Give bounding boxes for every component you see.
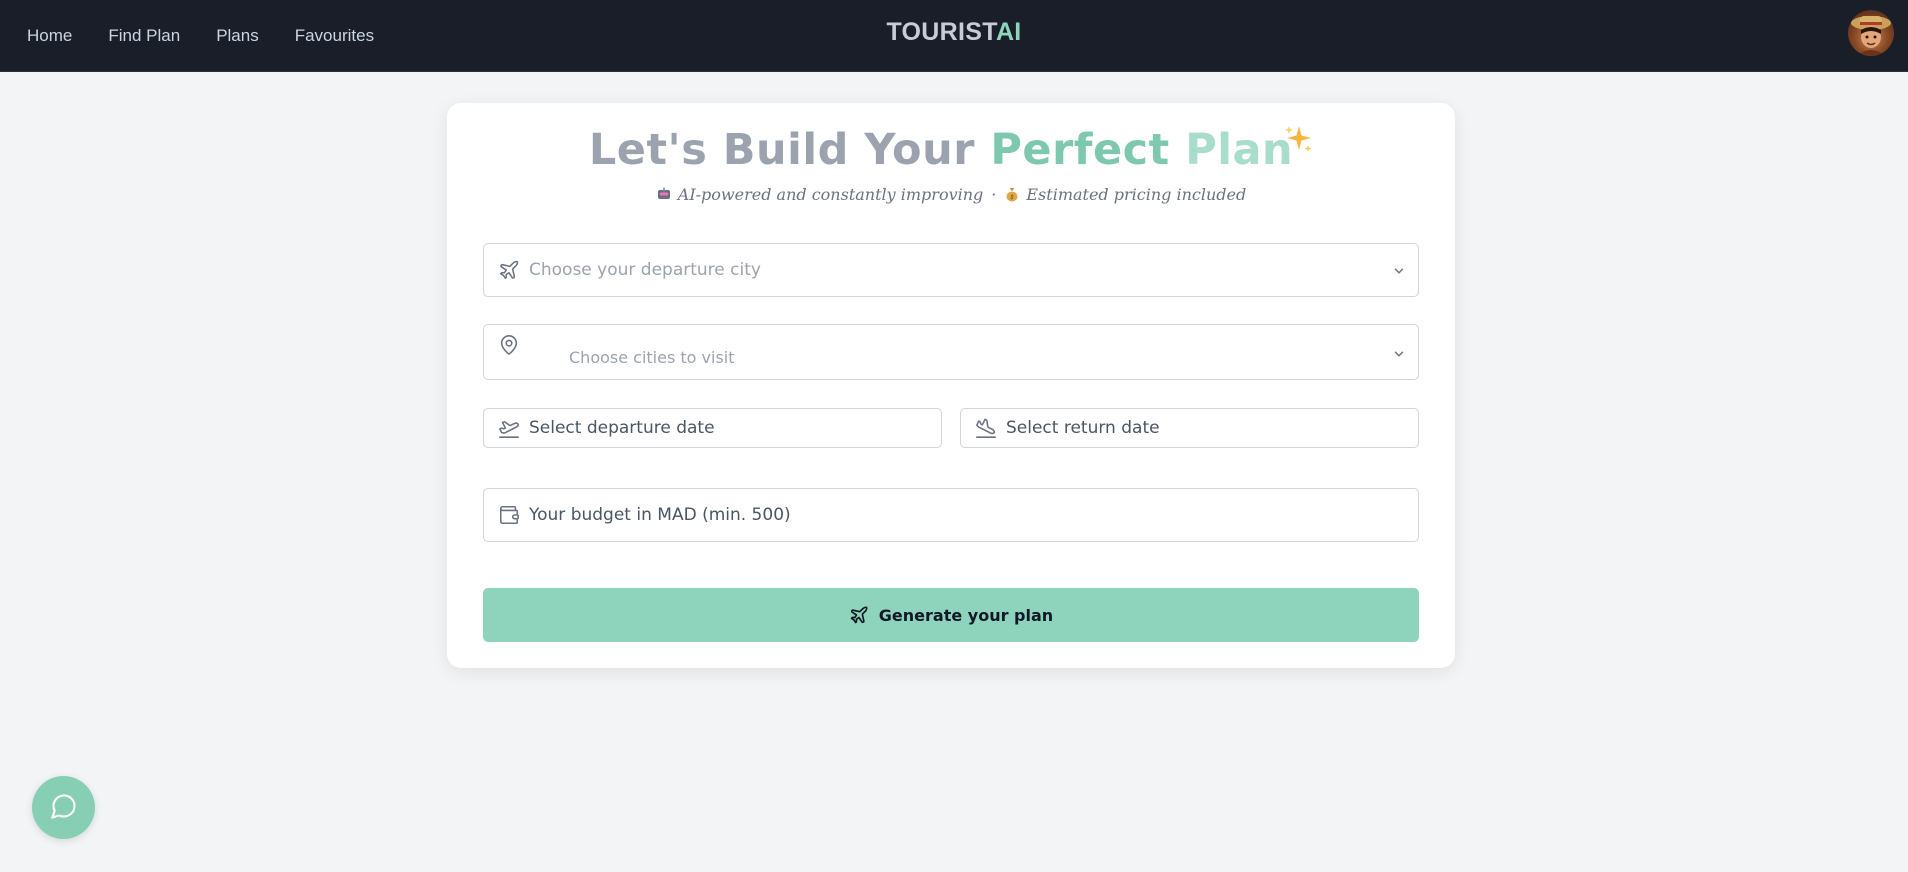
nav-link-home[interactable]: Home <box>27 26 72 46</box>
plane-icon <box>849 605 869 625</box>
nav-link-favourites[interactable]: Favourites <box>295 26 374 46</box>
title-part-2: Perfect <box>990 125 1170 175</box>
title-part-3: Plan <box>1185 125 1294 175</box>
map-pin-icon <box>498 334 520 356</box>
brand-logo-main: TOURIST <box>886 18 996 46</box>
generate-plan-button[interactable]: Generate your plan <box>483 588 1419 642</box>
departure-date-placeholder: Select departure date <box>529 418 715 438</box>
departure-city-placeholder: Choose your departure city <box>529 260 761 280</box>
subtitle-ai-text: AI-powered and constantly improving <box>677 185 984 204</box>
wallet-icon <box>498 504 520 526</box>
return-date-placeholder: Select return date <box>1006 418 1160 438</box>
chevron-down-icon <box>1392 263 1406 277</box>
nav-link-plans[interactable]: Plans <box>216 26 259 46</box>
title-part-1: Let's Build Your <box>588 125 975 175</box>
cities-to-visit-select[interactable]: Choose cities to visit <box>483 324 1419 380</box>
plane-takeoff-icon <box>498 417 520 439</box>
plane-icon <box>498 259 520 281</box>
brand-logo[interactable]: TOURISTAI <box>886 18 1021 47</box>
subtitle: AI-powered and constantly improving · $ Est… <box>447 185 1455 204</box>
nav-link-find-plan[interactable]: Find Plan <box>108 26 180 46</box>
return-date-input[interactable]: Select return date <box>960 408 1419 448</box>
chevron-down-icon <box>1392 346 1406 360</box>
nav-links: Home Find Plan Plans Favourites <box>27 26 374 46</box>
subtitle-pricing-text: Estimated pricing included <box>1026 185 1247 204</box>
chat-button[interactable] <box>32 776 95 839</box>
top-navbar: Home Find Plan Plans Favourites TOURISTA… <box>0 0 1908 72</box>
departure-date-input[interactable]: Select departure date <box>483 408 942 448</box>
departure-city-select[interactable]: Choose your departure city <box>483 243 1419 297</box>
user-avatar[interactable] <box>1848 10 1894 56</box>
budget-placeholder: Your budget in MAD (min. 500) <box>529 505 791 525</box>
page-title: Let's Build Your Perfect Plan <box>447 125 1455 175</box>
sparkles-icon <box>1283 115 1313 152</box>
subtitle-separator: · <box>991 185 997 204</box>
plane-landing-icon <box>975 417 997 439</box>
budget-input[interactable]: Your budget in MAD (min. 500) <box>483 488 1419 542</box>
money-bag-icon: $ <box>1004 186 1020 202</box>
plan-builder-card: Let's Build Your Perfect Plan AI-powered… <box>447 103 1455 668</box>
cities-placeholder: Choose cities to visit <box>569 348 735 367</box>
robot-icon <box>656 186 672 202</box>
brand-logo-accent: AI <box>995 18 1022 46</box>
generate-plan-label: Generate your plan <box>878 605 1054 625</box>
svg-text:$: $ <box>1010 194 1014 201</box>
chat-bubble-icon <box>50 792 78 824</box>
